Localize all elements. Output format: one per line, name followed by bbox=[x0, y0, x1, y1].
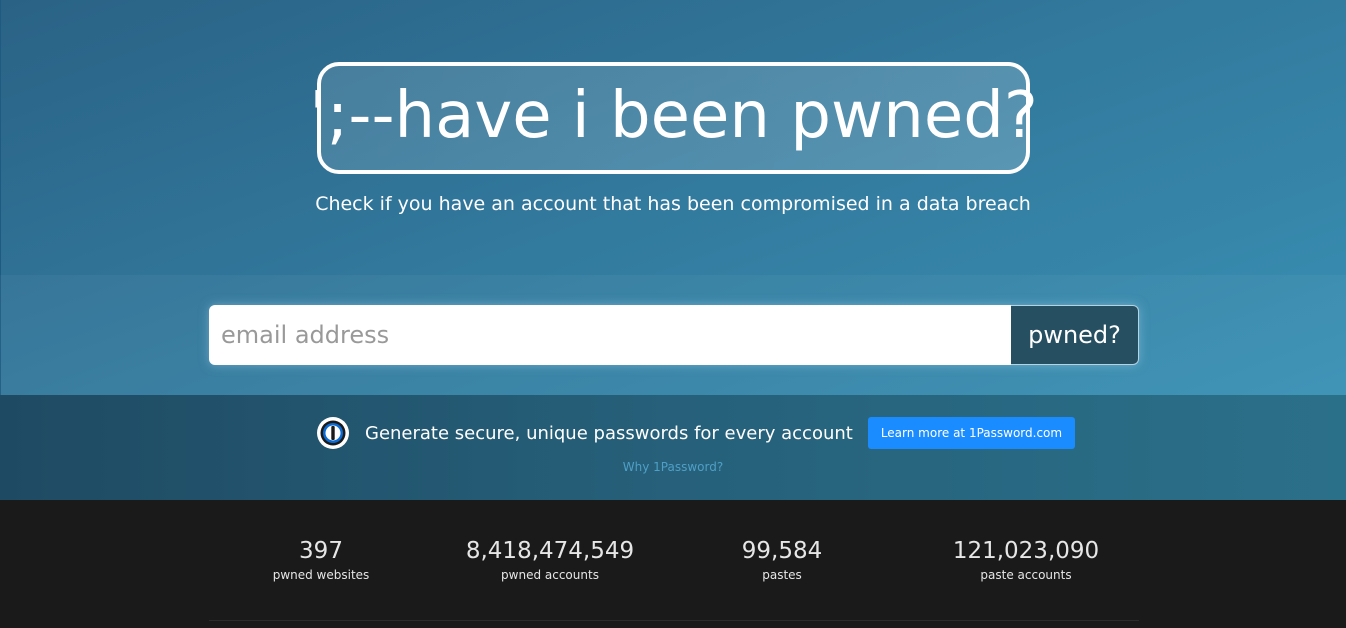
stat-label: paste accounts bbox=[980, 568, 1072, 582]
stat-label: pastes bbox=[762, 568, 802, 582]
page: ';--have i been pwned? Check if you have… bbox=[0, 0, 1346, 628]
why-1password-link[interactable]: Why 1Password? bbox=[0, 460, 1346, 474]
stat-value: 121,023,090 bbox=[952, 538, 1100, 564]
promo-text: Generate secure, unique passwords for ev… bbox=[365, 422, 853, 444]
pwned-search-button[interactable]: pwned? bbox=[1011, 305, 1139, 365]
learn-more-1password-button[interactable]: Learn more at 1Password.com bbox=[867, 417, 1076, 449]
stat-value: 99,584 bbox=[741, 538, 823, 564]
1password-icon bbox=[317, 417, 349, 449]
stat-label: pwned accounts bbox=[501, 568, 599, 582]
stat-pwned-accounts: 8,418,474,549 pwned accounts bbox=[420, 536, 680, 582]
stat-value: 8,418,474,549 bbox=[465, 538, 635, 564]
stat-pwned-websites: 397 pwned websites bbox=[191, 536, 451, 582]
tagline: Check if you have an account that has be… bbox=[315, 193, 1031, 215]
site-logo[interactable]: ';--have i been pwned? bbox=[309, 62, 1038, 174]
stat-label: pwned websites bbox=[272, 568, 370, 582]
stat-pastes: 99,584 pastes bbox=[652, 536, 912, 582]
search-form: pwned? bbox=[209, 305, 1139, 365]
stat-value: 397 bbox=[299, 538, 343, 564]
email-address-input[interactable] bbox=[209, 305, 1011, 365]
logo-text: ';--have i been pwned? bbox=[309, 79, 1038, 153]
stat-paste-accounts: 121,023,090 paste accounts bbox=[896, 536, 1156, 582]
divider bbox=[209, 620, 1139, 621]
promo-row: Generate secure, unique passwords for ev… bbox=[316, 416, 1076, 450]
